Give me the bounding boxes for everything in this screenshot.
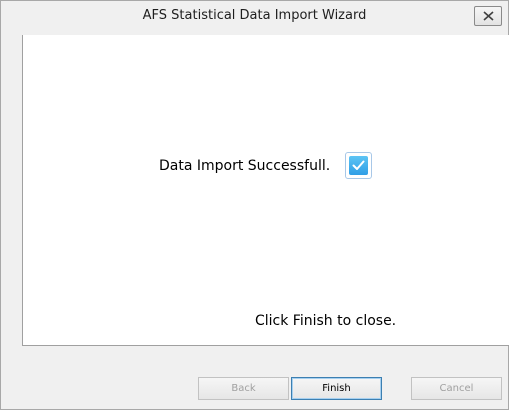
- status-row: Data Import Successfull.: [23, 150, 509, 182]
- success-message: Data Import Successfull.: [159, 158, 331, 174]
- back-button[interactable]: Back: [198, 377, 289, 400]
- close-icon: [483, 11, 494, 21]
- wizard-window: AFS Statistical Data Import Wizard Data …: [0, 0, 509, 410]
- finish-hint-text: Click Finish to close.: [255, 313, 397, 329]
- window-title: AFS Statistical Data Import Wizard: [142, 8, 367, 23]
- checkmark-fill: [349, 156, 368, 175]
- checkbox-checked-icon: [345, 152, 372, 179]
- wizard-content-panel: Data Import Successfull. Click Finish to…: [22, 35, 509, 346]
- cancel-button[interactable]: Cancel: [411, 377, 502, 400]
- finish-button[interactable]: Finish: [291, 377, 382, 400]
- check-icon: [352, 160, 365, 170]
- title-bar[interactable]: AFS Statistical Data Import Wizard: [1, 1, 508, 34]
- close-button[interactable]: [474, 6, 502, 26]
